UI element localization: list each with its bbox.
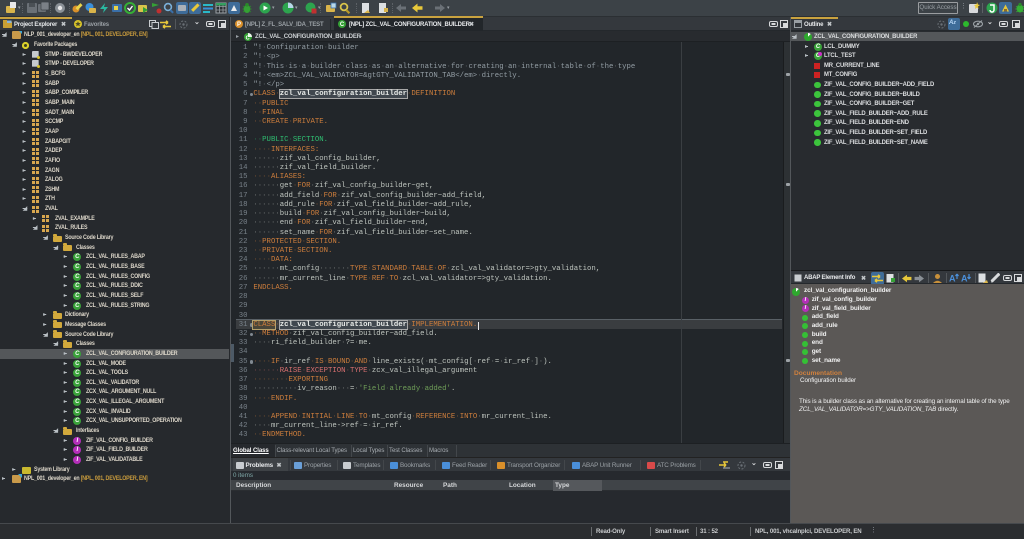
svg-text:A: A bbox=[961, 274, 968, 284]
svg-text:C: C bbox=[246, 35, 250, 41]
svg-text:A: A bbox=[949, 274, 956, 284]
svg-text:C: C bbox=[340, 22, 345, 28]
svg-text:P: P bbox=[237, 22, 241, 28]
